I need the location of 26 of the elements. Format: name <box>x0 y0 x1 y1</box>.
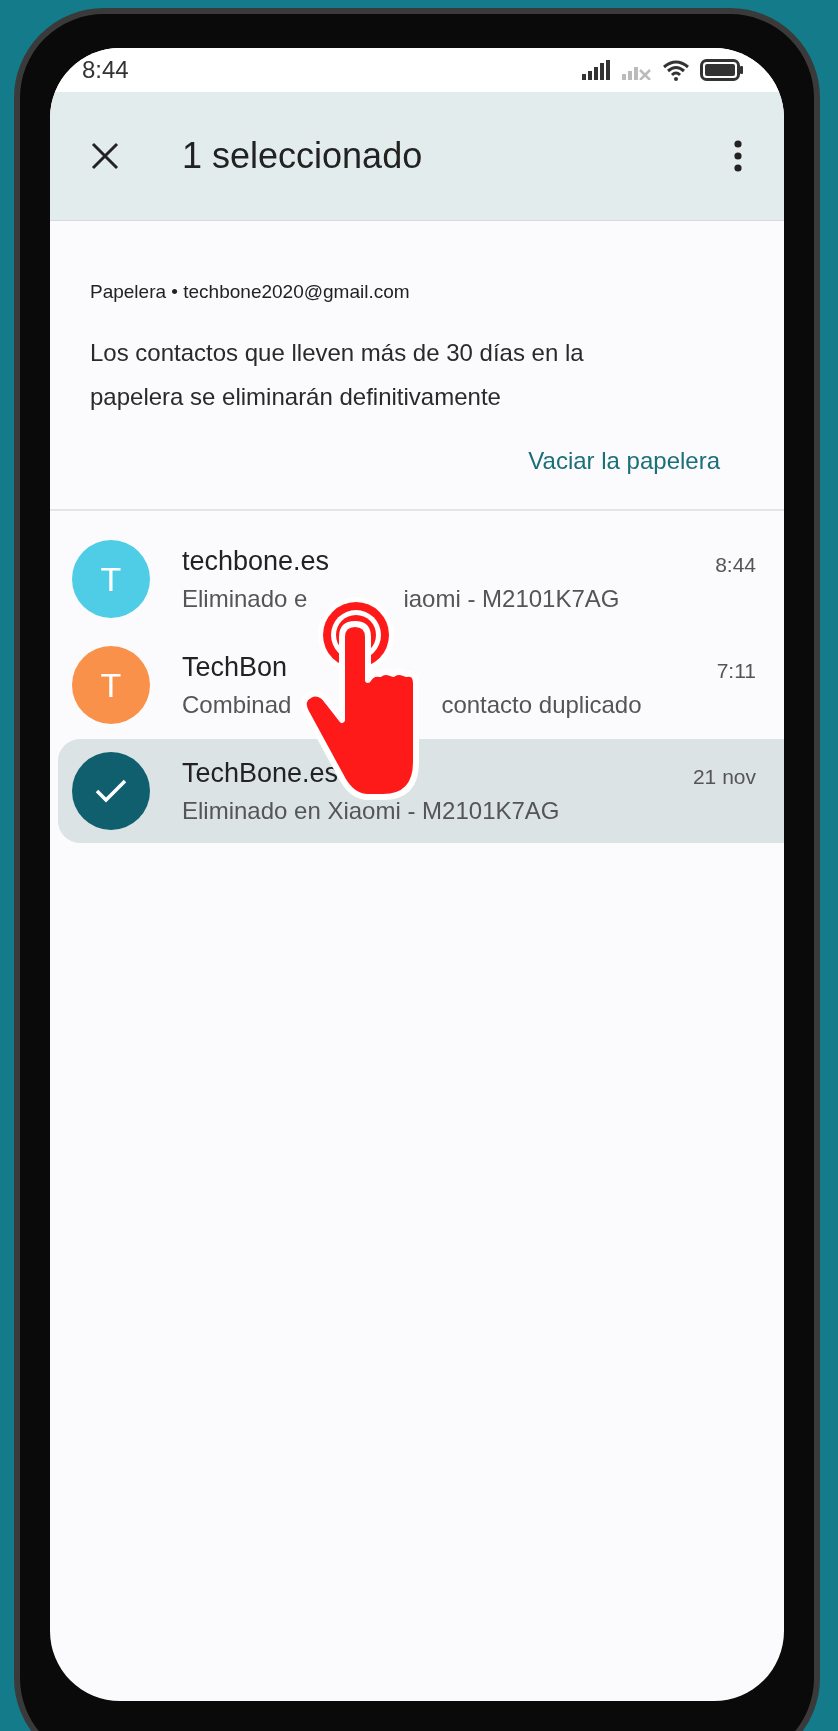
more-options-icon[interactable] <box>734 140 742 172</box>
battery-icon <box>700 59 744 81</box>
contact-row[interactable]: T techbone.es Eliminado e iaomi - M2101K7AG 8:44 <box>50 527 784 631</box>
contact-name: TechBone.es <box>182 757 339 789</box>
contact-detail: Eliminado e <box>182 584 308 613</box>
trash-notice: Los contactos que lleven más de 30 días en la papelera se eliminarán definitivamente <box>90 338 585 412</box>
selected-contact-row[interactable]: TechBone.es Eliminado en Xiaomi - M2101K7AG 21 nov <box>58 739 784 843</box>
close-icon[interactable] <box>90 141 120 171</box>
contact-avatar: T <box>72 540 150 618</box>
contact-name: techbone.es <box>182 545 330 577</box>
contact-avatar: T <box>72 646 150 724</box>
account-label: Papelera • techbone2020@gmail.com <box>90 281 411 303</box>
contact-row[interactable]: T TechBon Combinad contacto duplicado 7:11 <box>50 633 784 737</box>
contact-detail: Eliminado en Xiaomi - M2101K7AG <box>182 796 560 825</box>
contact-time: 8:44 <box>715 553 756 577</box>
selection-title: 1 seleccionado <box>182 135 424 177</box>
status-time: 8:44 <box>82 56 129 84</box>
contact-name: TechBon <box>182 651 288 683</box>
wifi-icon <box>662 59 690 81</box>
contact-detail: iaomi - M2101K7AG <box>403 584 620 613</box>
contact-detail: Combinad <box>182 690 292 719</box>
contact-detail: contacto duplicado <box>441 690 642 719</box>
empty-trash-button[interactable]: Vaciar la papelera <box>524 441 724 481</box>
contact-time: 21 nov <box>692 765 756 789</box>
contact-time: 7:11 <box>716 659 756 683</box>
signal-icon <box>582 60 612 80</box>
